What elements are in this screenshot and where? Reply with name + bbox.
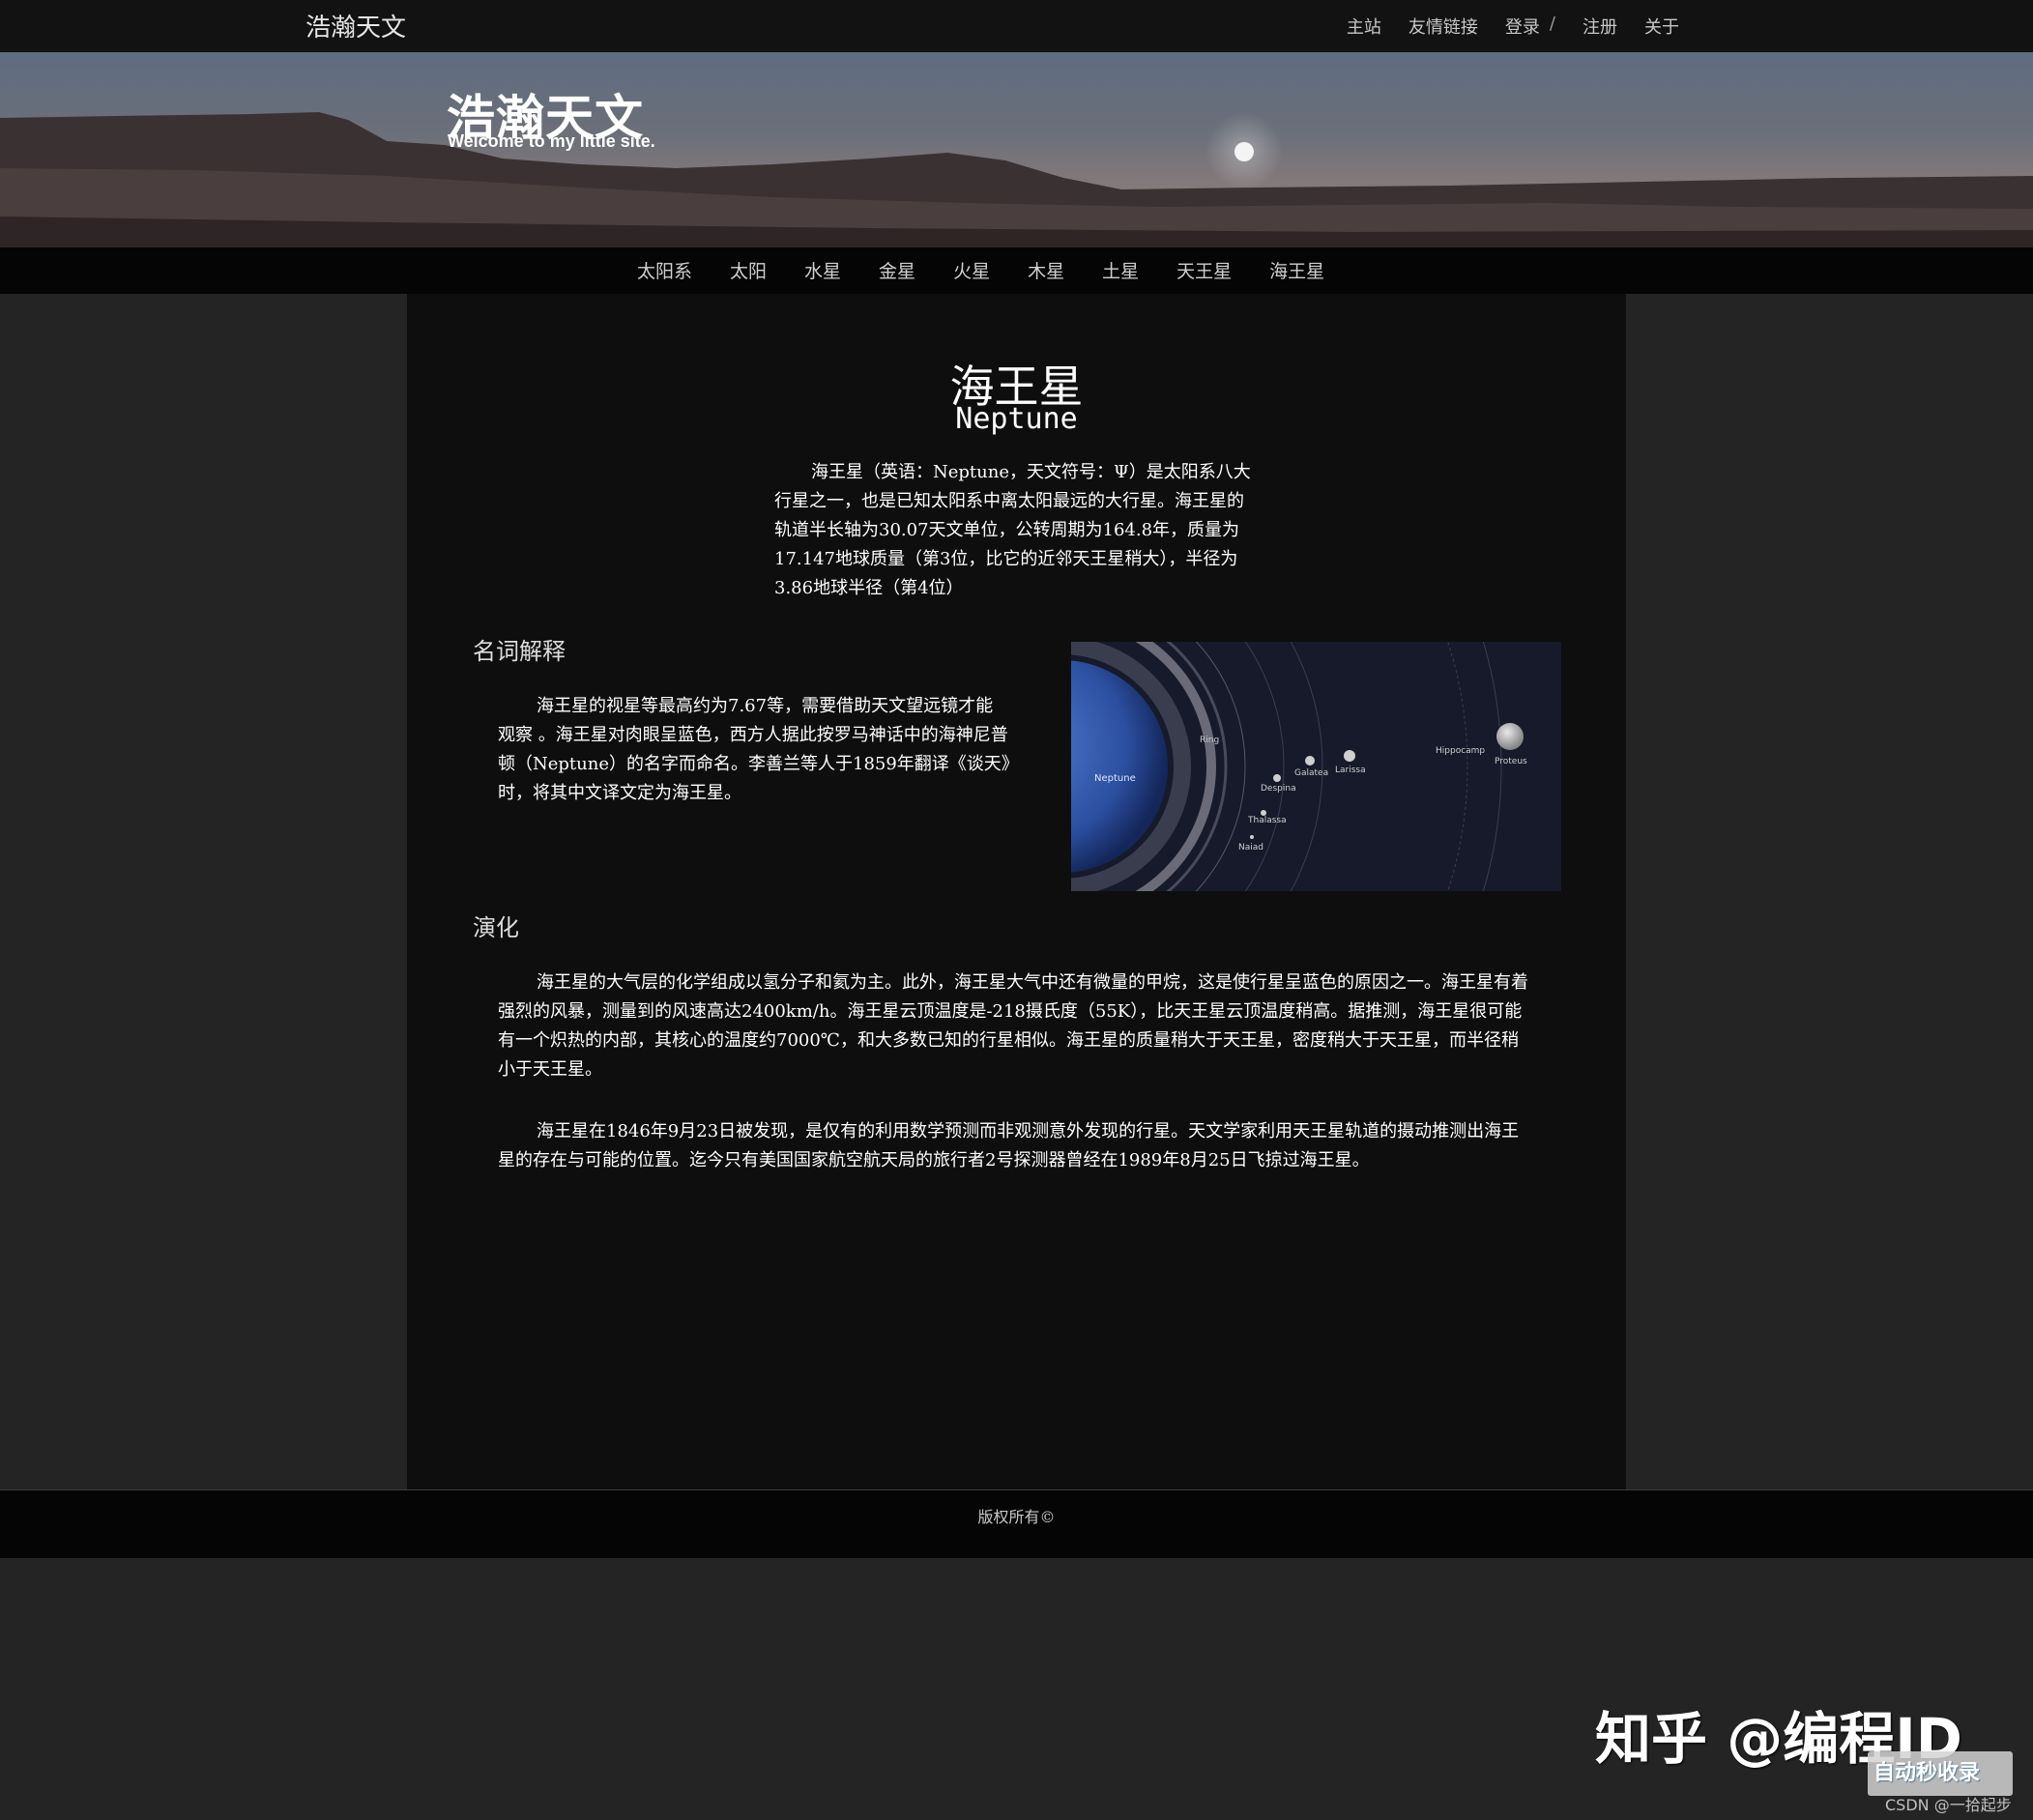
banner-landscape bbox=[0, 112, 2033, 247]
moon-galatea bbox=[1305, 756, 1315, 766]
intro-paragraph: 海王星（英语：Neptune，天文符号：Ψ）是太阳系八大行星之一，也是已知太阳系… bbox=[774, 462, 1251, 598]
section-heading-evolution: 演化 bbox=[473, 914, 519, 941]
planet-nav-mars[interactable]: 火星 bbox=[953, 257, 990, 283]
label-hippocamp: Hippocamp bbox=[1436, 746, 1485, 756]
moon-despina bbox=[1273, 774, 1281, 782]
evolution-paragraph-2: 海王星在1846年9月23日被发现，是仅有的利用数学预测而非观测意外发现的行星。… bbox=[498, 1121, 1520, 1170]
nav-link-home[interactable]: 主站 bbox=[1347, 14, 1381, 39]
label-naiad: Naiad bbox=[1238, 843, 1263, 852]
label-thalassa: Thalassa bbox=[1247, 816, 1287, 825]
moon-proteus bbox=[1496, 723, 1524, 750]
top-bar: 浩瀚天文 主站 友情链接 登录 / 注册 关于 bbox=[0, 0, 2033, 52]
label-ring: Ring bbox=[1200, 736, 1219, 745]
label-neptune: Neptune bbox=[1094, 773, 1136, 784]
auto-index-badge: 自动秒收录 bbox=[1868, 1751, 2013, 1796]
planet-nav-venus[interactable]: 金星 bbox=[879, 257, 915, 283]
sun-icon bbox=[1234, 142, 1254, 161]
glossary-paragraph: 海王星的视星等最高约为7.67等，需要借助天文望远镜才能观察 。海王星对肉眼呈蓝… bbox=[498, 696, 1010, 803]
planet-nav-neptune[interactable]: 海王星 bbox=[1269, 257, 1324, 283]
site-name[interactable]: 浩瀚天文 bbox=[305, 8, 406, 43]
moon-naiad bbox=[1250, 835, 1254, 839]
planet-nav-solar-system[interactable]: 太阳系 bbox=[637, 257, 692, 283]
header-banner: 浩瀚天文 Welcome to my little site. bbox=[0, 52, 2033, 247]
planet-nav-uranus[interactable]: 天王星 bbox=[1176, 257, 1232, 283]
planet-nav-mercury[interactable]: 水星 bbox=[804, 257, 841, 283]
footer: 版权所有© bbox=[0, 1489, 2033, 1558]
nav-link-friends[interactable]: 友情链接 bbox=[1409, 14, 1478, 39]
nav-link-about[interactable]: 关于 bbox=[1644, 14, 1679, 39]
label-proteus: Proteus bbox=[1495, 757, 1527, 766]
nav-link-register[interactable]: 注册 bbox=[1583, 14, 1617, 39]
main-content: 海王星 Neptune 海王星（英语：Neptune，天文符号：Ψ）是太阳系八大… bbox=[407, 294, 1626, 1489]
label-galatea: Galatea bbox=[1294, 768, 1328, 778]
nav-link-login[interactable]: 登录 bbox=[1505, 14, 1540, 39]
top-nav: 主站 友情链接 登录 / 注册 关于 bbox=[1347, 14, 1679, 39]
banner-subtitle: Welcome to my little site. bbox=[448, 131, 655, 151]
moon-larissa bbox=[1344, 750, 1355, 762]
planet-nav-sun[interactable]: 太阳 bbox=[730, 257, 767, 283]
section-heading-glossary: 名词解释 bbox=[473, 638, 566, 665]
label-despina: Despina bbox=[1261, 784, 1296, 794]
neptune-moons-diagram: Neptune Ring Despina Galatea Larissa Tha… bbox=[1071, 642, 1561, 891]
nav-separator: / bbox=[1549, 14, 1555, 34]
evolution-paragraph-1: 海王星的大气层的化学组成以氢分子和氦为主。此外，海王星大气中还有微量的甲烷，这是… bbox=[498, 972, 1528, 1080]
label-larissa: Larissa bbox=[1335, 766, 1366, 775]
auto-index-badge-text: 自动秒收录 bbox=[1873, 1761, 1981, 1785]
planet-nav-jupiter[interactable]: 木星 bbox=[1028, 257, 1064, 283]
planet-nav: 太阳系 太阳 水星 金星 火星 木星 土星 天王星 海王星 bbox=[0, 247, 2033, 294]
page-subtitle: Neptune bbox=[955, 402, 1078, 436]
csdn-watermark: CSDN @一拾起步 bbox=[1885, 1796, 2012, 1814]
copyright-text: 版权所有© bbox=[977, 1508, 1056, 1526]
planet-nav-saturn[interactable]: 土星 bbox=[1102, 257, 1139, 283]
